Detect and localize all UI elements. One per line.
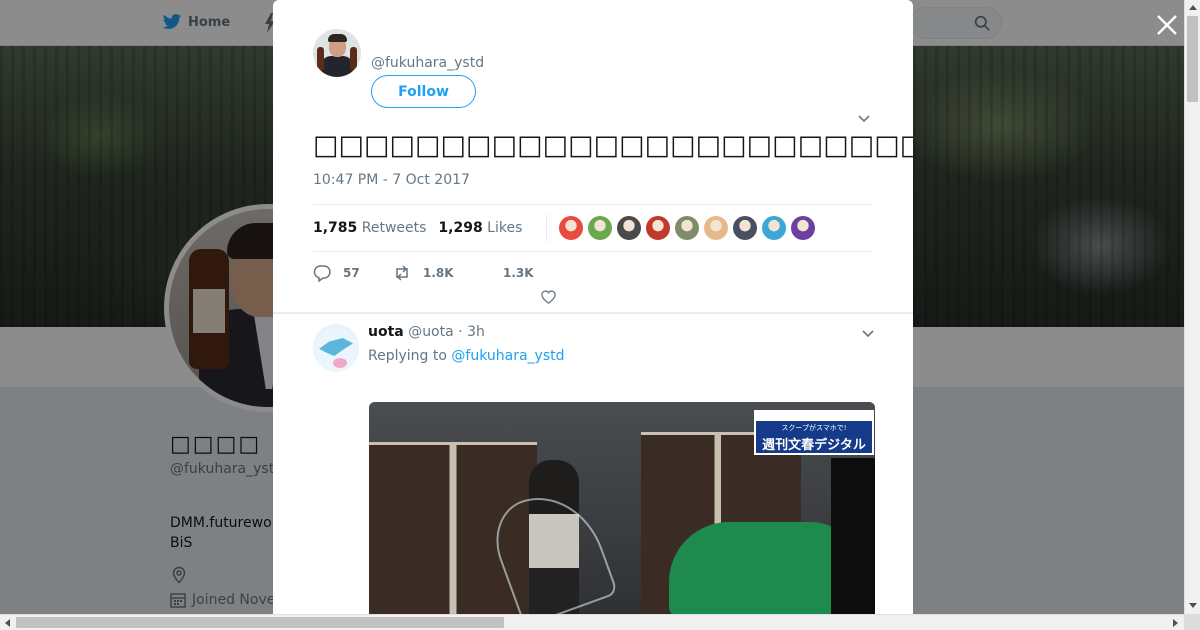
tweet-author-avatar[interactable] [313,29,361,77]
retweets-label: Retweets [361,220,427,236]
scroll-down-arrow-icon[interactable] [1189,603,1197,608]
chevron-down-icon[interactable] [861,326,875,340]
reply-icon [313,265,331,282]
heart-icon[interactable] [540,288,557,305]
liker-avatar[interactable] [704,216,729,240]
liker-avatar[interactable] [762,216,787,240]
reply-header: uota @uota · 3h [368,324,485,340]
liker-avatar[interactable] [617,216,642,240]
reply-time[interactable]: 3h [467,324,485,340]
likes-stat[interactable]: 1,298 Likes [438,220,522,236]
tweet-modal: @fukuhara_ystd Follow □□□□□□□□□□□□□□□□□□… [273,0,913,614]
like-count[interactable]: 1.3K [503,266,534,280]
media-logo: スクープがスマホで! 週刊文春デジタル [754,410,874,455]
liker-avatars [546,214,816,242]
media-logo-sub: スクープがスマホで! [781,424,847,432]
scroll-left-arrow-icon[interactable] [5,619,10,627]
liker-avatar[interactable] [588,216,613,240]
liker-avatar[interactable] [559,216,584,240]
retweet-count: 1.8K [423,266,454,280]
reply-author-handle[interactable]: @uota [408,324,454,340]
scroll-up-arrow-icon[interactable] [1189,5,1197,10]
liker-avatar[interactable] [733,216,758,240]
reply-media-image[interactable]: スクープがスマホで! 週刊文春デジタル [369,402,875,614]
scroll-right-arrow-icon[interactable] [1173,619,1178,627]
retweet-icon [396,265,408,281]
liker-avatar[interactable] [646,216,671,240]
divider [273,312,913,314]
vertical-scroll-thumb[interactable] [1187,16,1198,102]
liker-avatar[interactable] [675,216,700,240]
tweet-author-handle[interactable]: @fukuhara_ystd [371,55,484,71]
reply-author-name[interactable]: uota [368,324,404,340]
likes-count: 1,298 [438,220,483,236]
replying-to: Replying to @fukuhara_ystd [368,348,564,364]
reply-button[interactable]: 57 [313,264,360,282]
tweet-text: □□□□□□□□□□□□□□□□□□□□□□□□□□□□□□□□□□□□□□□□… [313,130,913,161]
reply-count: 57 [343,266,360,280]
scrollbar-corner [1184,614,1200,630]
tweet-timestamp[interactable]: 10:47 PM - 7 Oct 2017 [313,172,470,188]
close-icon[interactable] [1154,12,1180,38]
reply-dot: · [458,324,463,340]
retweets-count: 1,785 [313,220,358,236]
tweet-stats: 1,785 Retweets 1,298 Likes [313,204,873,252]
reply-author-avatar[interactable] [313,324,359,372]
likes-label: Likes [487,220,523,236]
liker-avatar[interactable] [791,216,816,240]
horizontal-scroll-thumb[interactable] [16,617,504,628]
tweet-actions: 57 1.8K 1.3K [313,262,873,308]
replying-prefix: Replying to [368,348,447,364]
retweet-button[interactable]: 1.8K [393,264,454,282]
horizontal-scrollbar[interactable] [0,614,1184,630]
follow-button[interactable]: Follow [371,75,476,108]
retweets-stat[interactable]: 1,785 Retweets [313,220,426,236]
replying-to-link[interactable]: @fukuhara_ystd [451,348,564,364]
media-logo-main: 週刊文春デジタル [762,438,866,453]
vertical-scrollbar[interactable] [1184,0,1200,614]
chevron-down-icon[interactable] [857,111,871,125]
